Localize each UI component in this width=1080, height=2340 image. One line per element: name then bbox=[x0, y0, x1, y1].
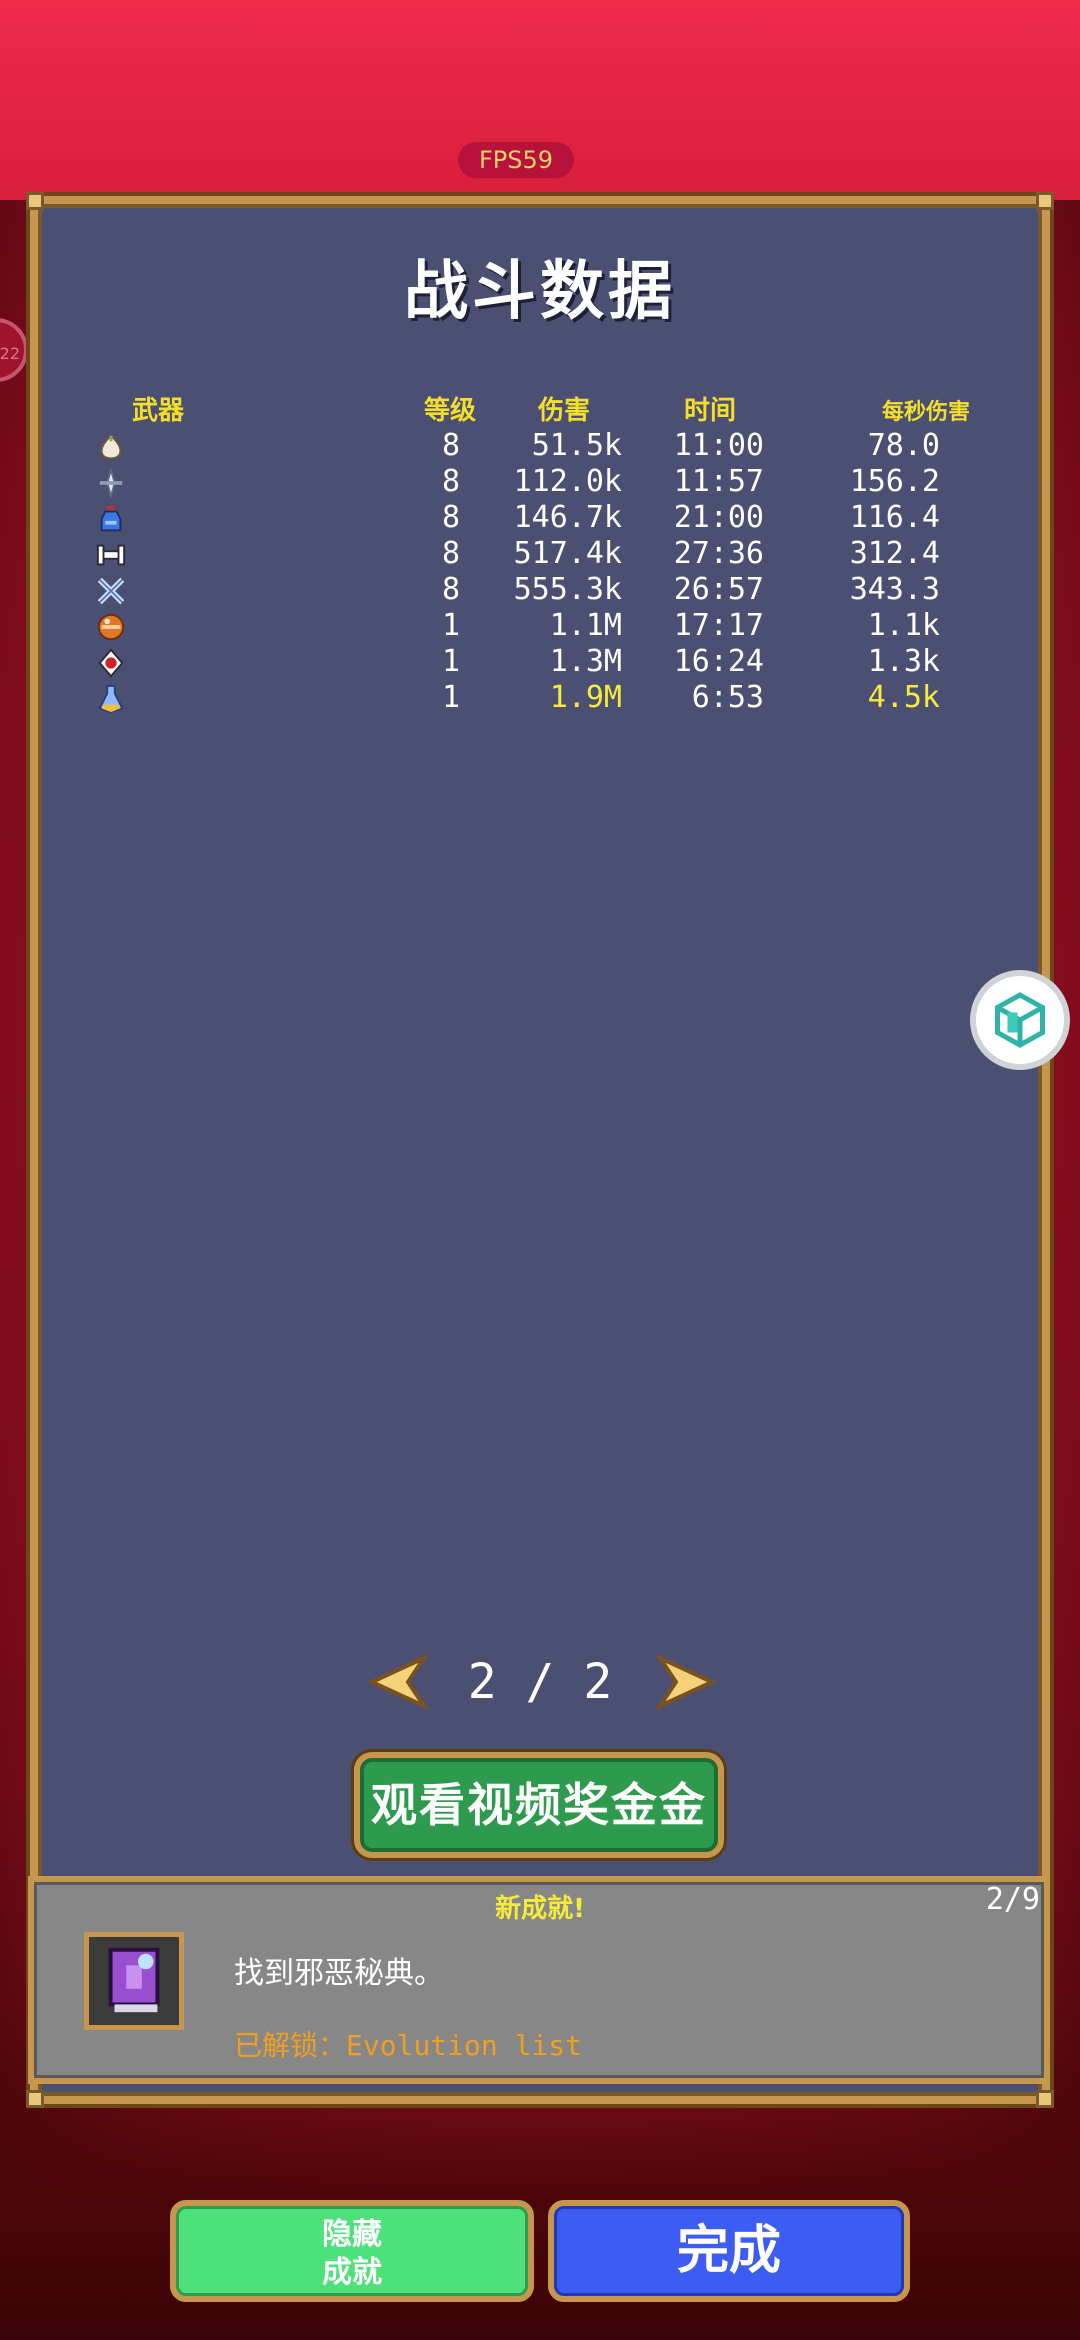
damage-cell: 112.0k bbox=[513, 464, 622, 499]
prev-page-button[interactable] bbox=[368, 1654, 428, 1710]
damage-cell-highlight: 1.9M bbox=[549, 680, 622, 715]
time-cell: 21:00 bbox=[673, 500, 764, 535]
next-page-button[interactable] bbox=[656, 1654, 716, 1710]
page-title: 战斗数据 bbox=[404, 255, 676, 329]
page-indicator: 2 / 2 bbox=[467, 1654, 613, 1710]
table-row: 8 555.3k 26:57 343.3 bbox=[0, 572, 1080, 608]
table-row: 8 51.5k 11:00 78.0 bbox=[0, 428, 1080, 464]
cube-floating-button[interactable] bbox=[970, 970, 1070, 1070]
damage-cell: 1.1M bbox=[549, 608, 622, 643]
table-row: 1 1.9M 6:53 4.5k bbox=[0, 680, 1080, 716]
table-row: 8 146.7k 21:00 116.4 bbox=[0, 500, 1080, 536]
flask-icon bbox=[98, 684, 124, 714]
cross-icon bbox=[97, 577, 125, 605]
level-cell: 1 bbox=[441, 608, 460, 643]
dps-cell: 1.1k bbox=[867, 608, 940, 643]
header-weapon: 武器 bbox=[132, 396, 185, 426]
time-cell: 6:53 bbox=[691, 680, 764, 715]
header-damage: 伤害 bbox=[538, 396, 591, 426]
achievement-heading: 新成就! bbox=[495, 1894, 585, 1924]
level-cell: 8 bbox=[441, 500, 460, 535]
header-dps: 每秒伤害 bbox=[882, 400, 971, 425]
dps-cell: 312.4 bbox=[849, 536, 940, 571]
damage-cell: 51.5k bbox=[531, 428, 622, 463]
dps-cell: 78.0 bbox=[867, 428, 940, 463]
time-cell: 17:17 bbox=[673, 608, 764, 643]
watch-video-reward-button[interactable]: 观看视频奖金金 bbox=[354, 1752, 724, 1858]
level-cell: 1 bbox=[441, 680, 460, 715]
dps-cell: 1.3k bbox=[867, 644, 940, 679]
level-cell: 1 bbox=[441, 644, 460, 679]
time-cell: 26:57 bbox=[673, 572, 764, 607]
unlock-name: Evolution list bbox=[346, 2029, 583, 2062]
table-row: 1 1.3M 16:24 1.3k bbox=[0, 644, 1080, 680]
hide-label-line2: 成就 bbox=[322, 2255, 382, 2290]
achievement-count: 2/9 bbox=[985, 1882, 1040, 1917]
dps-cell: 343.3 bbox=[849, 572, 940, 607]
pagination: 2 / 2 bbox=[0, 1650, 1080, 1714]
table-row: 8 112.0k 11:57 156.2 bbox=[0, 464, 1080, 500]
dps-cell: 156.2 bbox=[849, 464, 940, 499]
level-cell: 8 bbox=[441, 464, 460, 499]
rose-icon bbox=[98, 648, 124, 678]
dps-cell: 116.4 bbox=[849, 500, 940, 535]
time-cell: 27:36 bbox=[673, 536, 764, 571]
holy-water-icon bbox=[100, 505, 122, 532]
done-button[interactable]: 完成 bbox=[548, 2200, 910, 2302]
panel-corner-top-left bbox=[26, 192, 44, 210]
panel-corner-bottom-right bbox=[1036, 2090, 1054, 2108]
bone-icon bbox=[96, 544, 126, 566]
level-cell: 8 bbox=[441, 572, 460, 607]
fps-counter: FPS59 bbox=[458, 142, 574, 178]
damage-cell: 555.3k bbox=[513, 572, 622, 607]
garlic-icon bbox=[100, 434, 122, 460]
orb-icon bbox=[97, 613, 125, 641]
hide-label-line1: 隐藏 bbox=[322, 2217, 382, 2252]
cube-icon bbox=[995, 992, 1045, 1048]
damage-cell: 517.4k bbox=[513, 536, 622, 571]
hide-achievement-button[interactable]: 隐藏 成就 bbox=[170, 2200, 534, 2302]
unlock-prefix: 已解锁： bbox=[234, 2029, 347, 2062]
time-cell: 11:00 bbox=[673, 428, 764, 463]
table-row: 1 1.1M 17:17 1.1k bbox=[0, 608, 1080, 644]
knife-icon bbox=[99, 468, 123, 498]
damage-cell: 1.3M bbox=[549, 644, 622, 679]
damage-cell: 146.7k bbox=[513, 500, 622, 535]
level-cell: 8 bbox=[441, 536, 460, 571]
panel-corner-bottom-left bbox=[26, 2090, 44, 2108]
level-cell: 8 bbox=[441, 428, 460, 463]
grimoire-icon bbox=[84, 1932, 184, 2030]
time-cell: 11:57 bbox=[673, 464, 764, 499]
achievement-unlock: 已解锁：Evolution list bbox=[234, 2024, 582, 2064]
panel-corner-top-right bbox=[1036, 192, 1054, 210]
header-level: 等级 bbox=[424, 396, 477, 426]
time-cell: 16:24 bbox=[673, 644, 764, 679]
table-row: 8 517.4k 27:36 312.4 bbox=[0, 536, 1080, 572]
achievement-description: 找到邪恶秘典。 bbox=[234, 1956, 444, 1991]
dps-cell-highlight: 4.5k bbox=[867, 680, 940, 715]
header-time: 时间 bbox=[684, 396, 737, 426]
